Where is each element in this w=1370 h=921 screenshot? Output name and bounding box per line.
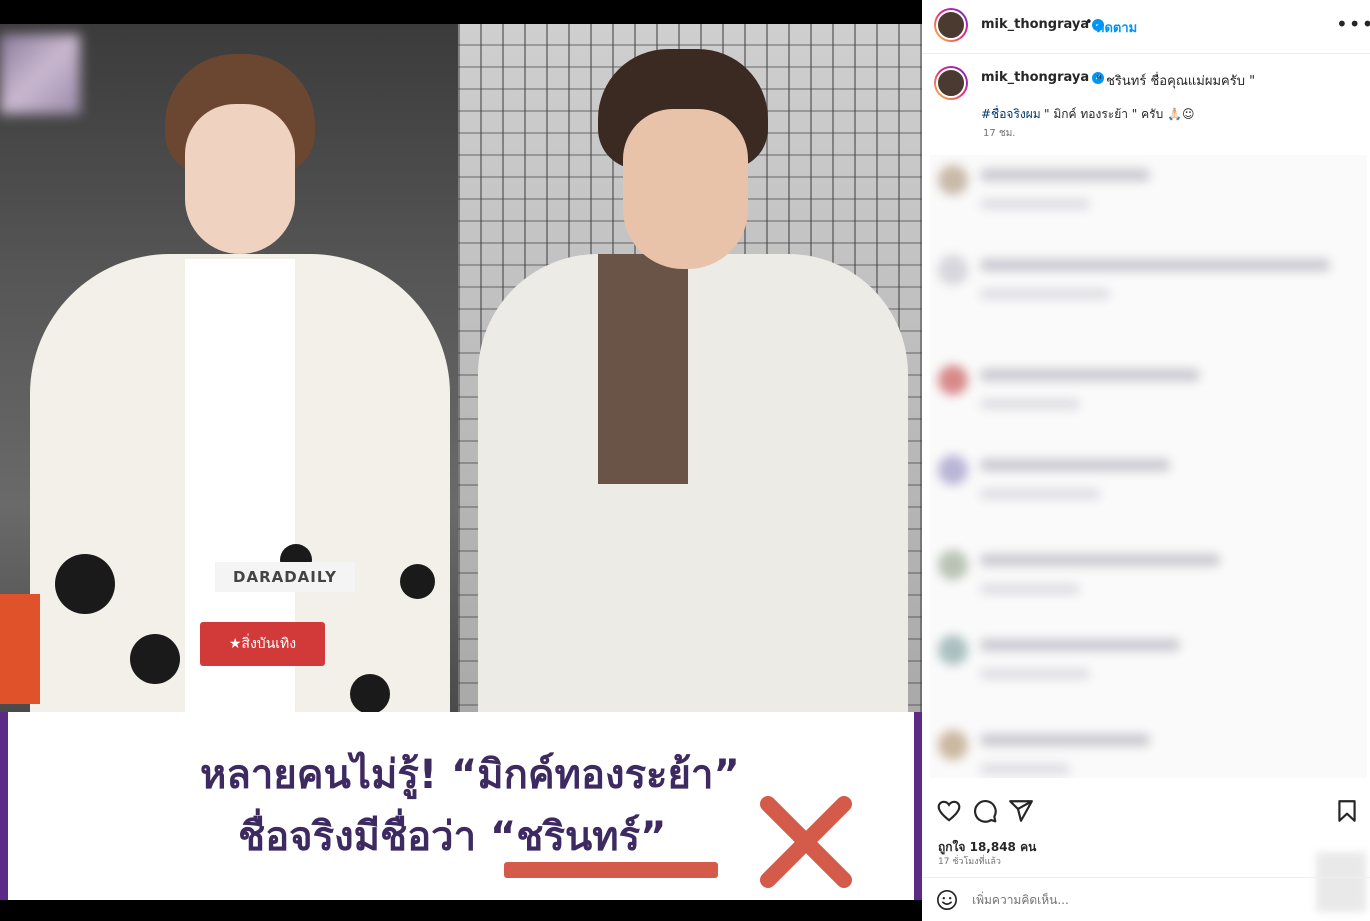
bookmark-icon[interactable] (1334, 798, 1360, 824)
image-caption-panel: หลายคนไม่รู้! “มิกค์ทองระย้า” ชื่อจริงมี… (0, 712, 922, 900)
comments-list[interactable] (930, 155, 1367, 778)
post-timestamp: 17 ชั่วโมงที่แล้ว (938, 857, 1001, 867)
caption-text-continued: " มิกค์ ทองระย้า " ครับ 🙏🏻☺ (1044, 107, 1195, 121)
separator-dot: • (1085, 15, 1093, 30)
post-actions (922, 790, 1370, 830)
caption-line-2: ชื่อจริงมีชื่อว่า “ชรินทร์” (238, 814, 667, 860)
red-x-mark-icon (760, 796, 852, 888)
comment-icon[interactable] (972, 798, 998, 824)
follow-button[interactable]: ติดตาม (1096, 17, 1137, 38)
add-comment-bar (922, 877, 1370, 921)
post-header: mik_thongraya✓ • ติดตาม ••• (922, 0, 1370, 54)
right-photo (458, 24, 922, 714)
list-item[interactable] (930, 155, 1367, 235)
post-image: DARADAILY ★สิ่งบันเทิง หลายคนไม่รู้! “มิ… (0, 24, 922, 900)
list-item[interactable] (930, 720, 1367, 778)
list-item[interactable] (930, 245, 1367, 325)
heart-icon[interactable] (936, 798, 962, 824)
daradaily-logo: DARADAILY (215, 562, 355, 592)
caption-avatar[interactable] (934, 66, 968, 100)
list-item[interactable] (930, 540, 1367, 620)
news-logo: ★สิ่งบันเทิง (200, 622, 325, 666)
hashtag-link[interactable]: #ชื่อจริงผม (981, 105, 1041, 124)
caption-line-1: หลายคนไม่รู้! “มิกค์ทองระย้า” (200, 752, 740, 798)
caption-timestamp[interactable]: 17 ชม. (983, 126, 1015, 141)
blurred-watermark (0, 34, 80, 114)
caption-username-text[interactable]: mik_thongraya (981, 70, 1089, 85)
emoji-icon[interactable] (936, 889, 958, 911)
instagram-post-modal: DARADAILY ★สิ่งบันเทิง หลายคนไม่รู้! “มิ… (0, 0, 1370, 921)
list-item[interactable] (930, 355, 1367, 435)
microphones (0, 524, 458, 714)
comment-input[interactable] (972, 888, 1302, 912)
caption-underline (504, 862, 718, 878)
left-photo: DARADAILY ★สิ่งบันเทิง (0, 24, 458, 714)
share-icon[interactable] (1008, 798, 1034, 824)
list-item[interactable] (930, 445, 1367, 525)
caption-username[interactable]: mik_thongraya ✓ (981, 70, 1105, 85)
more-options-icon[interactable]: ••• (1336, 12, 1370, 36)
avatar[interactable] (934, 8, 968, 42)
post-media[interactable]: DARADAILY ★สิ่งบันเทิง หลายคนไม่รู้! “มิ… (0, 0, 922, 921)
caption-text: " ชรินทร์ ชื่อคุณแม่ผมครับ " (1096, 74, 1256, 89)
username-text[interactable]: mik_thongraya (981, 17, 1089, 32)
post-side-panel: mik_thongraya✓ • ติดตาม ••• mik_thongray… (922, 0, 1370, 921)
list-item[interactable] (930, 625, 1367, 705)
